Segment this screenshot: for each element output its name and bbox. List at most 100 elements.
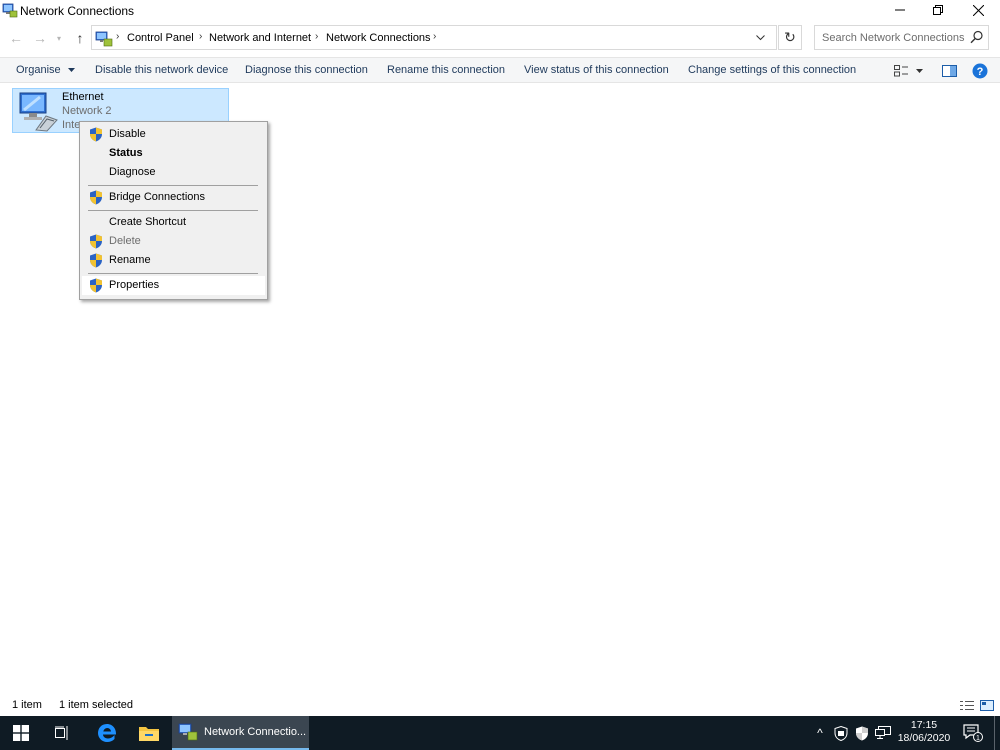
up-button[interactable]: ↑ (72, 30, 88, 46)
preview-pane-button[interactable] (940, 62, 958, 80)
menu-label: Diagnose (109, 166, 156, 178)
task-view-button[interactable] (42, 716, 84, 750)
taskbar-clock[interactable]: 17:15 18/06/2020 (895, 719, 953, 745)
rename-connection-button[interactable]: Rename this connection (387, 64, 505, 76)
restore-button[interactable] (918, 0, 958, 20)
breadcrumb-separator[interactable]: › (116, 31, 119, 42)
search-input[interactable] (815, 26, 965, 49)
dropdown-arrow-icon (915, 68, 923, 73)
network-connections-app-icon (2, 3, 18, 18)
breadcrumb-network-and-internet[interactable]: Network and Internet (209, 32, 311, 44)
recent-locations-button[interactable]: ▾ (54, 30, 64, 46)
clock-time: 17:15 (910, 719, 938, 731)
tiles-view-button[interactable] (979, 698, 995, 712)
explorer-window: Network Connections ← → ▾ ↑ › Control Pa… (0, 0, 1000, 716)
status-bar: 1 item 1 item selected (0, 694, 1000, 716)
ethernet-adapter-icon (19, 92, 58, 132)
breadcrumb-separator[interactable]: › (199, 31, 202, 42)
menu-label: Rename (109, 254, 151, 266)
svg-text:?: ? (977, 66, 984, 78)
breadcrumb-network-connections[interactable]: Network Connections (326, 32, 431, 44)
uac-shield-icon (90, 190, 102, 205)
network-tray-icon (875, 726, 891, 739)
refresh-button[interactable]: ↻ (778, 25, 802, 50)
defender-shield-icon (834, 725, 848, 741)
help-button[interactable]: ? (971, 62, 989, 80)
back-button[interactable]: ← (8, 30, 24, 46)
dropdown-arrow-icon (67, 67, 75, 72)
menu-label: Properties (109, 279, 160, 291)
details-view-button[interactable] (959, 698, 975, 712)
windows-logo-icon (13, 725, 29, 741)
notification-icon: 1 (963, 724, 983, 742)
tiles-view-icon (980, 699, 994, 711)
menu-item-create-shortcut[interactable]: Create Shortcut (82, 213, 265, 232)
breadcrumb-control-panel[interactable]: Control Panel (127, 32, 194, 44)
menu-item-properties[interactable]: Properties (82, 276, 265, 295)
menu-label: Bridge Connections (109, 191, 206, 203)
menu-item-delete[interactable]: Delete (82, 232, 265, 251)
address-history-dropdown[interactable] (752, 25, 768, 50)
edge-browser-button[interactable] (86, 716, 128, 750)
uac-shield-icon (90, 234, 102, 249)
uac-shield-icon (90, 253, 102, 268)
tray-action-center-shield[interactable] (853, 716, 871, 750)
change-view-button[interactable] (893, 62, 909, 80)
view-status-button[interactable]: View status of this connection (524, 64, 669, 76)
minimize-icon (895, 9, 905, 11)
uac-shield-icon (90, 127, 102, 142)
menu-separator (88, 273, 258, 274)
task-view-icon (55, 726, 68, 740)
command-bar: Organise Disable this network device Dia… (0, 57, 1000, 83)
organise-menu[interactable]: Organise (16, 64, 75, 76)
menu-item-diagnose[interactable]: Diagnose (82, 163, 265, 182)
title-bar[interactable]: Network Connections (0, 0, 1000, 20)
show-desktop-button[interactable] (994, 716, 1000, 750)
file-explorer-icon (139, 726, 159, 741)
tray-security-icon[interactable] (832, 716, 850, 750)
taskbar-window-label: Network Connectio... (204, 726, 307, 738)
selection-count: 1 item selected (59, 699, 133, 711)
taskbar-network-connections-window[interactable]: Network Connectio... (172, 716, 309, 750)
network-connections-icon (178, 723, 198, 741)
close-icon (972, 4, 984, 16)
menu-item-status[interactable]: Status (82, 144, 265, 163)
clock-date: 18/06/2020 (897, 732, 951, 744)
address-bar[interactable]: › Control Panel › Network and Internet ›… (91, 25, 777, 50)
organise-label: Organise (16, 64, 61, 76)
menu-item-disable[interactable]: Disable (82, 125, 265, 144)
uac-shield-icon (856, 726, 868, 740)
window-title: Network Connections (20, 4, 135, 18)
navigation-bar: ← → ▾ ↑ › Control Panel › Network and In… (0, 20, 1000, 56)
disable-device-button[interactable]: Disable this network device (95, 64, 228, 76)
minimize-button[interactable] (880, 0, 920, 20)
change-settings-button[interactable]: Change settings of this connection (688, 64, 856, 76)
action-center-button[interactable]: 1 (958, 716, 988, 750)
uac-shield-icon (90, 278, 102, 293)
breadcrumb-separator[interactable]: › (315, 31, 318, 42)
tray-network-icon[interactable] (874, 716, 892, 750)
network-connections-icon (95, 31, 113, 47)
diagnose-connection-button[interactable]: Diagnose this connection (245, 64, 368, 76)
taskbar: Network Connectio... ^ 17:15 18/06/2020 (0, 716, 1000, 750)
details-view-icon (960, 700, 974, 710)
help-icon: ? (972, 63, 988, 79)
menu-separator (88, 185, 258, 186)
menu-label: Create Shortcut (109, 216, 187, 228)
preview-pane-icon (941, 65, 957, 77)
search-icon (970, 30, 983, 44)
connection-network: Network 2 (62, 105, 112, 117)
view-options-dropdown[interactable] (913, 62, 925, 80)
menu-item-rename[interactable]: Rename (82, 251, 265, 270)
context-menu: Disable Status Diagnose Bridge Connectio… (79, 121, 268, 300)
breadcrumb-separator[interactable]: › (433, 31, 436, 42)
search-box[interactable] (814, 25, 989, 50)
menu-label: Delete (109, 235, 141, 247)
edge-browser-icon (98, 724, 117, 742)
file-explorer-button[interactable] (128, 716, 170, 750)
forward-button[interactable]: → (32, 30, 48, 46)
show-hidden-icons-button[interactable]: ^ (812, 716, 828, 750)
menu-item-bridge-connections[interactable]: Bridge Connections (82, 188, 265, 207)
start-button[interactable] (0, 716, 42, 750)
close-button[interactable] (958, 0, 998, 20)
